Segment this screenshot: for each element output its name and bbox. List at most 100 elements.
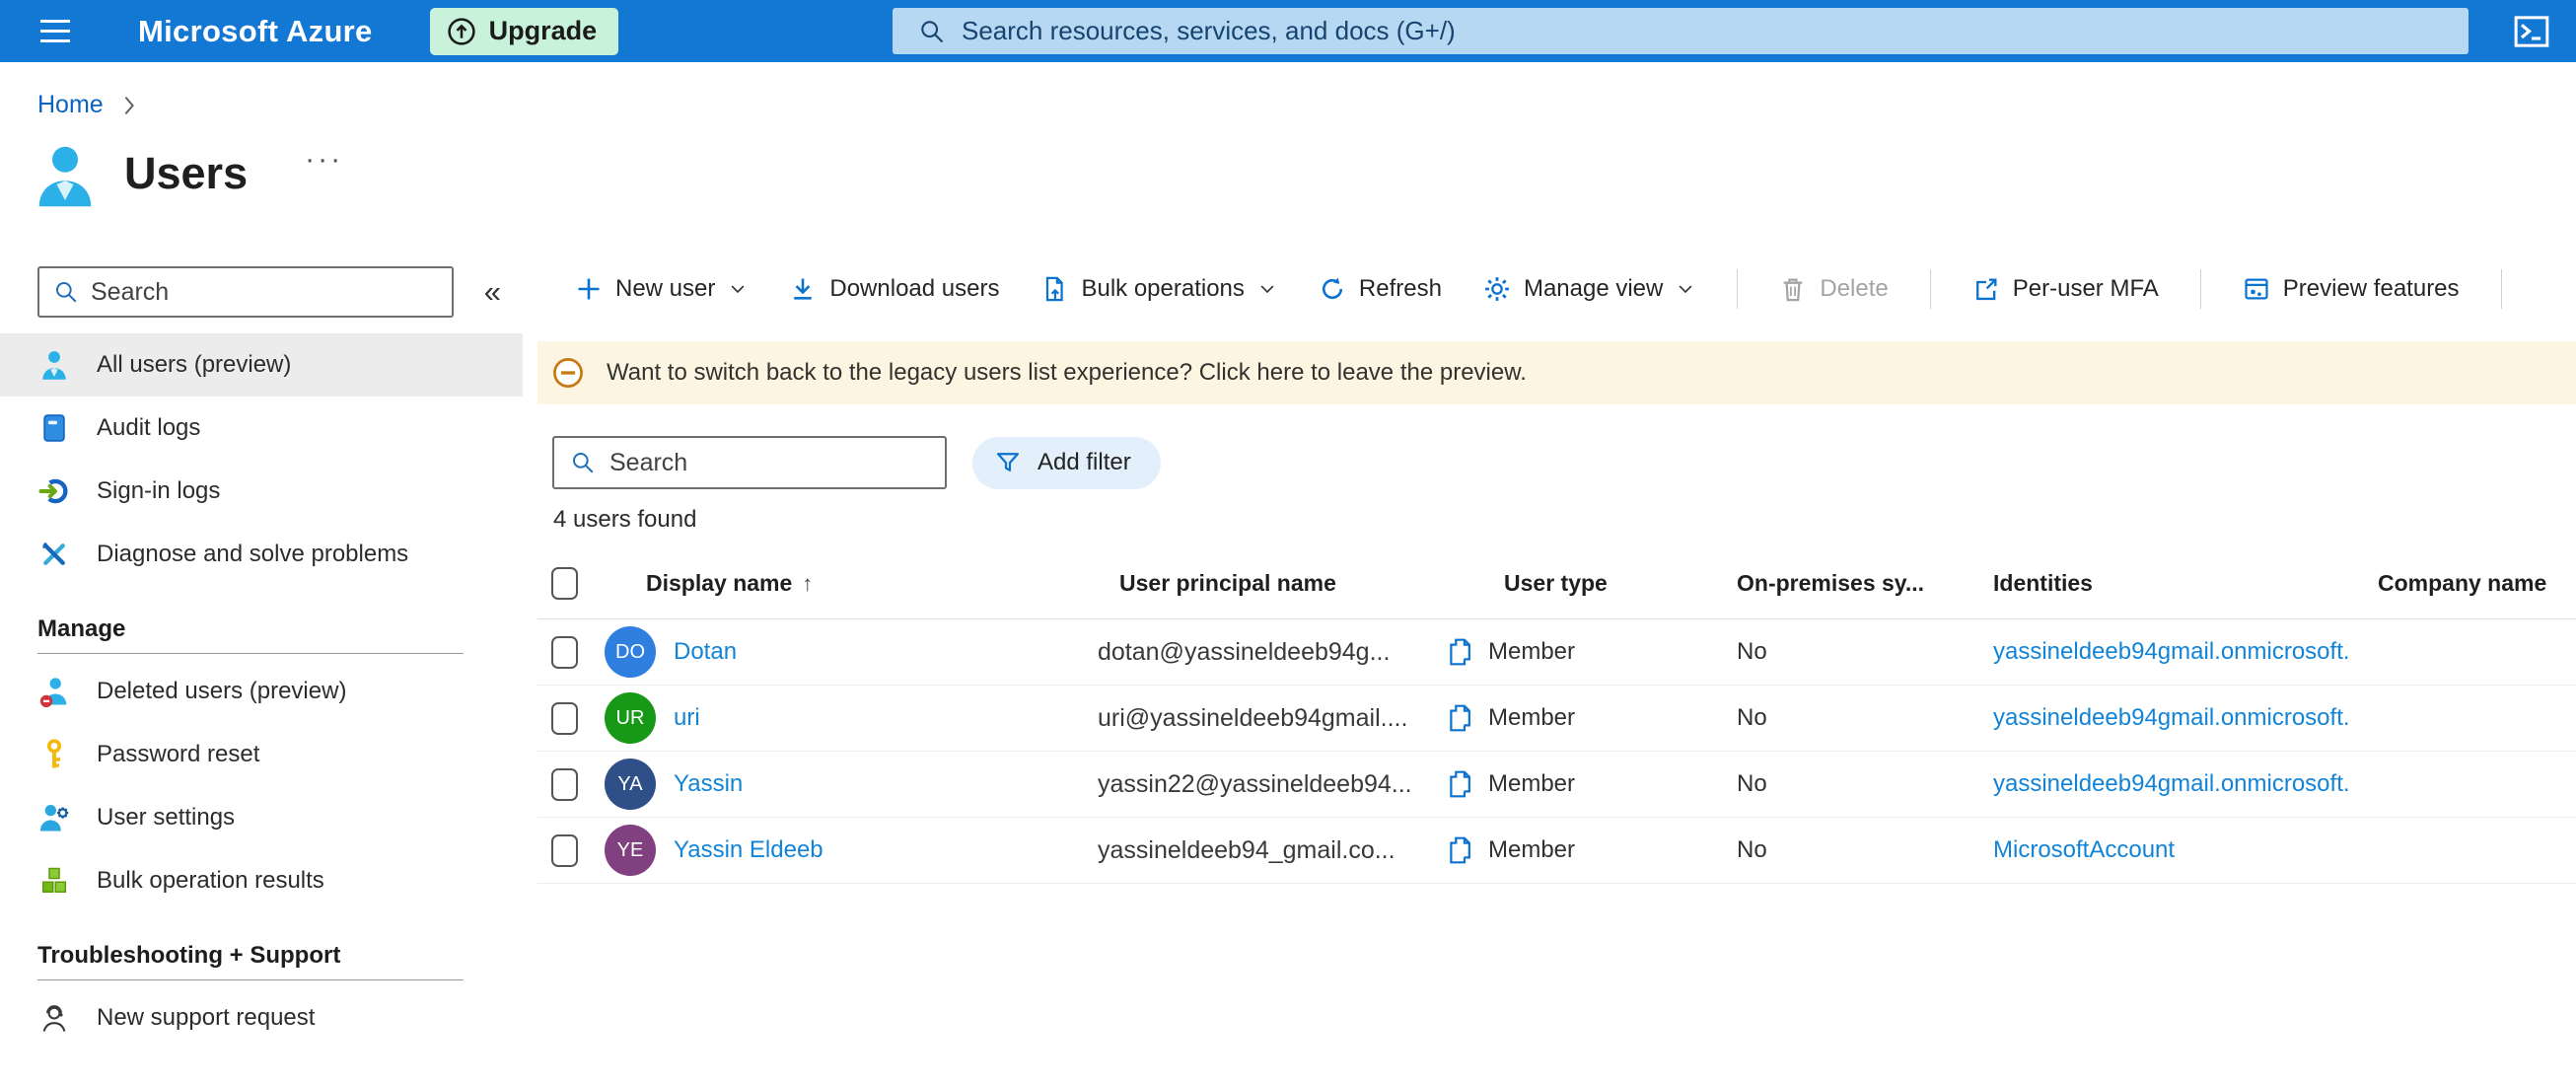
button-label: Per-user MFA [2012, 275, 2159, 302]
table-header-row: Display name ↑ User principal name User … [537, 548, 2576, 619]
hamburger-menu-icon[interactable] [34, 12, 77, 51]
chevron-down-icon [1257, 279, 1277, 299]
global-search-bar[interactable] [893, 8, 2469, 54]
sidebar-item-label: Sign-in logs [97, 477, 221, 504]
sidebar-item-label: Bulk operation results [97, 867, 324, 894]
sidebar-item-deleted-users[interactable]: Deleted users (preview) [0, 660, 523, 723]
manage-view-button[interactable]: Manage view [1483, 275, 1695, 303]
page-title: Users [124, 148, 249, 198]
identity-link[interactable]: MicrosoftAccount [1993, 836, 2175, 863]
cubes-icon [37, 864, 71, 898]
row-checkbox[interactable] [551, 635, 578, 669]
sidebar-item-new-support-request[interactable]: New support request [0, 986, 523, 1049]
toolbar-separator [2199, 269, 2201, 309]
column-header-display-name[interactable]: Display name ↑ [595, 570, 1096, 597]
sidebar-search-input[interactable] [91, 277, 452, 307]
on-premises-cell: No [1737, 836, 1767, 863]
sidebar-item-label: User settings [97, 804, 236, 831]
sidebar-item-label: Password reset [97, 741, 260, 767]
download-users-button[interactable]: Download users [789, 275, 999, 303]
identity-link[interactable]: yassineldeeb94gmail.onmicrosoft. [1993, 704, 2350, 731]
button-label: New user [615, 275, 716, 302]
search-icon [918, 18, 946, 45]
preview-features-button[interactable]: Preview features [2243, 275, 2460, 303]
sidebar: « All users (preview) Audit logs Sign-in… [0, 249, 523, 1085]
sidebar-item-sign-in-logs[interactable]: Sign-in logs [0, 460, 523, 523]
column-header-identities[interactable]: Identities [1968, 570, 2362, 597]
per-user-mfa-button[interactable]: Per-user MFA [1972, 275, 2159, 303]
select-all-checkbox[interactable] [551, 567, 578, 600]
add-filter-button[interactable]: Add filter [972, 436, 1161, 489]
sidebar-search-box[interactable] [37, 266, 454, 318]
row-checkbox[interactable] [551, 833, 578, 867]
sidebar-item-bulk-results[interactable]: Bulk operation results [0, 849, 523, 912]
identity-link[interactable]: yassineldeeb94gmail.onmicrosoft. [1993, 770, 2350, 797]
plus-icon [575, 275, 603, 303]
chevron-right-icon [119, 94, 139, 117]
upgrade-button[interactable]: Upgrade [429, 7, 619, 55]
add-filter-label: Add filter [1038, 449, 1131, 475]
collapse-sidebar-icon[interactable]: « [484, 270, 501, 314]
brand-title: Microsoft Azure [138, 13, 373, 48]
table-row: YA Yassin yassin22@yassineldeeb94... Mem… [537, 752, 2576, 818]
more-options[interactable]: ··· [305, 143, 343, 177]
window-gear-icon [2243, 275, 2270, 303]
button-label: Manage view [1523, 275, 1664, 302]
external-link-icon [1972, 275, 2000, 303]
breadcrumb-home-link[interactable]: Home [37, 91, 104, 119]
results-count: 4 users found [553, 506, 697, 533]
column-header-on-premises[interactable]: On-premises sy... [1721, 570, 1968, 597]
row-checkbox[interactable] [551, 767, 578, 801]
identity-link[interactable]: yassineldeeb94gmail.onmicrosoft. [1993, 638, 2350, 665]
copy-icon[interactable] [1445, 834, 1474, 866]
copy-icon[interactable] [1445, 636, 1474, 668]
toolbar-separator [1929, 269, 1931, 309]
copy-icon[interactable] [1445, 702, 1474, 734]
sidebar-item-password-reset[interactable]: Password reset [0, 723, 523, 786]
avatar: YA [605, 759, 656, 810]
sidebar-section-manage: Manage Deleted users (preview) Password … [0, 608, 523, 912]
users-table: Display name ↑ User principal name User … [537, 548, 2576, 884]
copy-icon[interactable] [1445, 768, 1474, 800]
chevron-down-icon [1676, 279, 1695, 299]
sidebar-item-all-users[interactable]: All users (preview) [0, 333, 523, 397]
global-search-input[interactable] [962, 8, 2469, 54]
sidebar-item-label: All users (preview) [97, 351, 292, 378]
user-type-cell: Member [1488, 638, 1576, 665]
document-arrow-icon [1040, 275, 1068, 303]
trash-icon [1779, 275, 1807, 303]
refresh-button[interactable]: Refresh [1319, 275, 1442, 303]
button-label: Preview features [2282, 275, 2460, 302]
section-header: Manage [37, 615, 126, 642]
key-icon [37, 738, 71, 771]
user-search-box[interactable] [552, 436, 947, 489]
sign-in-arrow-icon [37, 474, 71, 508]
sidebar-item-audit-logs[interactable]: Audit logs [0, 397, 523, 460]
azure-users-page: Microsoft Azure Upgrade Home Users ··· [0, 0, 2576, 1085]
new-user-button[interactable]: New user [575, 275, 748, 303]
cloud-shell-icon[interactable] [2509, 9, 2554, 54]
display-name-link[interactable]: Yassin Eldeeb [674, 836, 823, 864]
banner-message[interactable]: Want to switch back to the legacy users … [607, 359, 1527, 387]
button-label: Bulk operations [1081, 275, 1245, 302]
on-premises-cell: No [1737, 638, 1767, 665]
column-header-user-type[interactable]: User type [1486, 570, 1721, 597]
sidebar-item-user-settings[interactable]: User settings [0, 786, 523, 849]
delete-button[interactable]: Delete [1779, 275, 1889, 303]
button-label: Delete [1820, 275, 1889, 302]
display-name-link[interactable]: uri [674, 704, 700, 732]
column-label: Display name [646, 570, 793, 596]
user-search-input[interactable] [609, 448, 945, 477]
upn-text: uri@yassineldeeb94gmail.... [1098, 703, 1408, 732]
sidebar-nav: All users (preview) Audit logs Sign-in l… [0, 333, 523, 1049]
preview-banner: Want to switch back to the legacy users … [537, 341, 2576, 404]
sidebar-item-diagnose[interactable]: Diagnose and solve problems [0, 523, 523, 586]
display-name-link[interactable]: Yassin [674, 770, 743, 798]
table-row: DO Dotan dotan@yassineldeeb94g... Member… [537, 619, 2576, 686]
upn-text: dotan@yassineldeeb94g... [1098, 637, 1391, 666]
row-checkbox[interactable] [551, 701, 578, 735]
display-name-link[interactable]: Dotan [674, 638, 737, 666]
column-header-upn[interactable]: User principal name [1096, 570, 1486, 597]
bulk-operations-button[interactable]: Bulk operations [1040, 275, 1276, 303]
column-header-company[interactable]: Company name [2362, 570, 2576, 597]
